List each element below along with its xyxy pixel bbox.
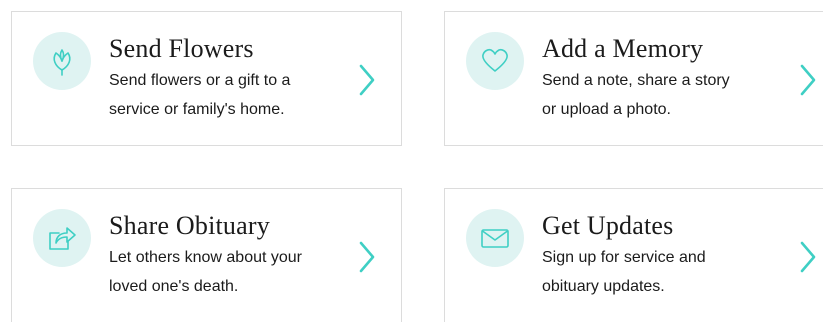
chevron-right-icon[interactable] xyxy=(799,64,817,96)
envelope-icon xyxy=(466,209,524,267)
card-description-line: Let others know about your xyxy=(109,249,303,266)
card-description-line: Send flowers or a gift to a xyxy=(109,72,291,89)
chevron-right-icon[interactable] xyxy=(799,241,817,273)
card-title: Add a Memory xyxy=(542,34,704,63)
card-description: Sign up for service and obituary updates… xyxy=(542,243,792,301)
chevron-right-icon[interactable] xyxy=(358,241,376,273)
card-description-line: or upload a photo. xyxy=(542,101,671,118)
card-description-line: service or family's home. xyxy=(109,101,285,118)
share-icon xyxy=(33,209,91,267)
card-title: Send Flowers xyxy=(109,34,254,63)
share-obituary-card[interactable]: Share Obituary Let others know about you… xyxy=(11,188,402,322)
card-title: Get Updates xyxy=(542,211,674,240)
add-memory-card[interactable]: Add a Memory Send a note, share a story … xyxy=(444,11,823,146)
card-description-line: obituary updates. xyxy=(542,278,665,295)
card-description-line: Sign up for service and xyxy=(542,249,706,266)
heart-icon xyxy=(466,32,524,90)
card-description-line: Send a note, share a story xyxy=(542,72,730,89)
card-title: Share Obituary xyxy=(109,211,270,240)
flower-icon xyxy=(33,32,91,90)
card-description-line: loved one's death. xyxy=(109,278,239,295)
card-description: Send flowers or a gift to a service or f… xyxy=(109,66,359,124)
card-description: Send a note, share a story or upload a p… xyxy=(542,66,792,124)
chevron-right-icon[interactable] xyxy=(358,64,376,96)
send-flowers-card[interactable]: Send Flowers Send flowers or a gift to a… xyxy=(11,11,402,146)
card-description: Let others know about your loved one's d… xyxy=(109,243,359,301)
get-updates-card[interactable]: Get Updates Sign up for service and obit… xyxy=(444,188,823,322)
